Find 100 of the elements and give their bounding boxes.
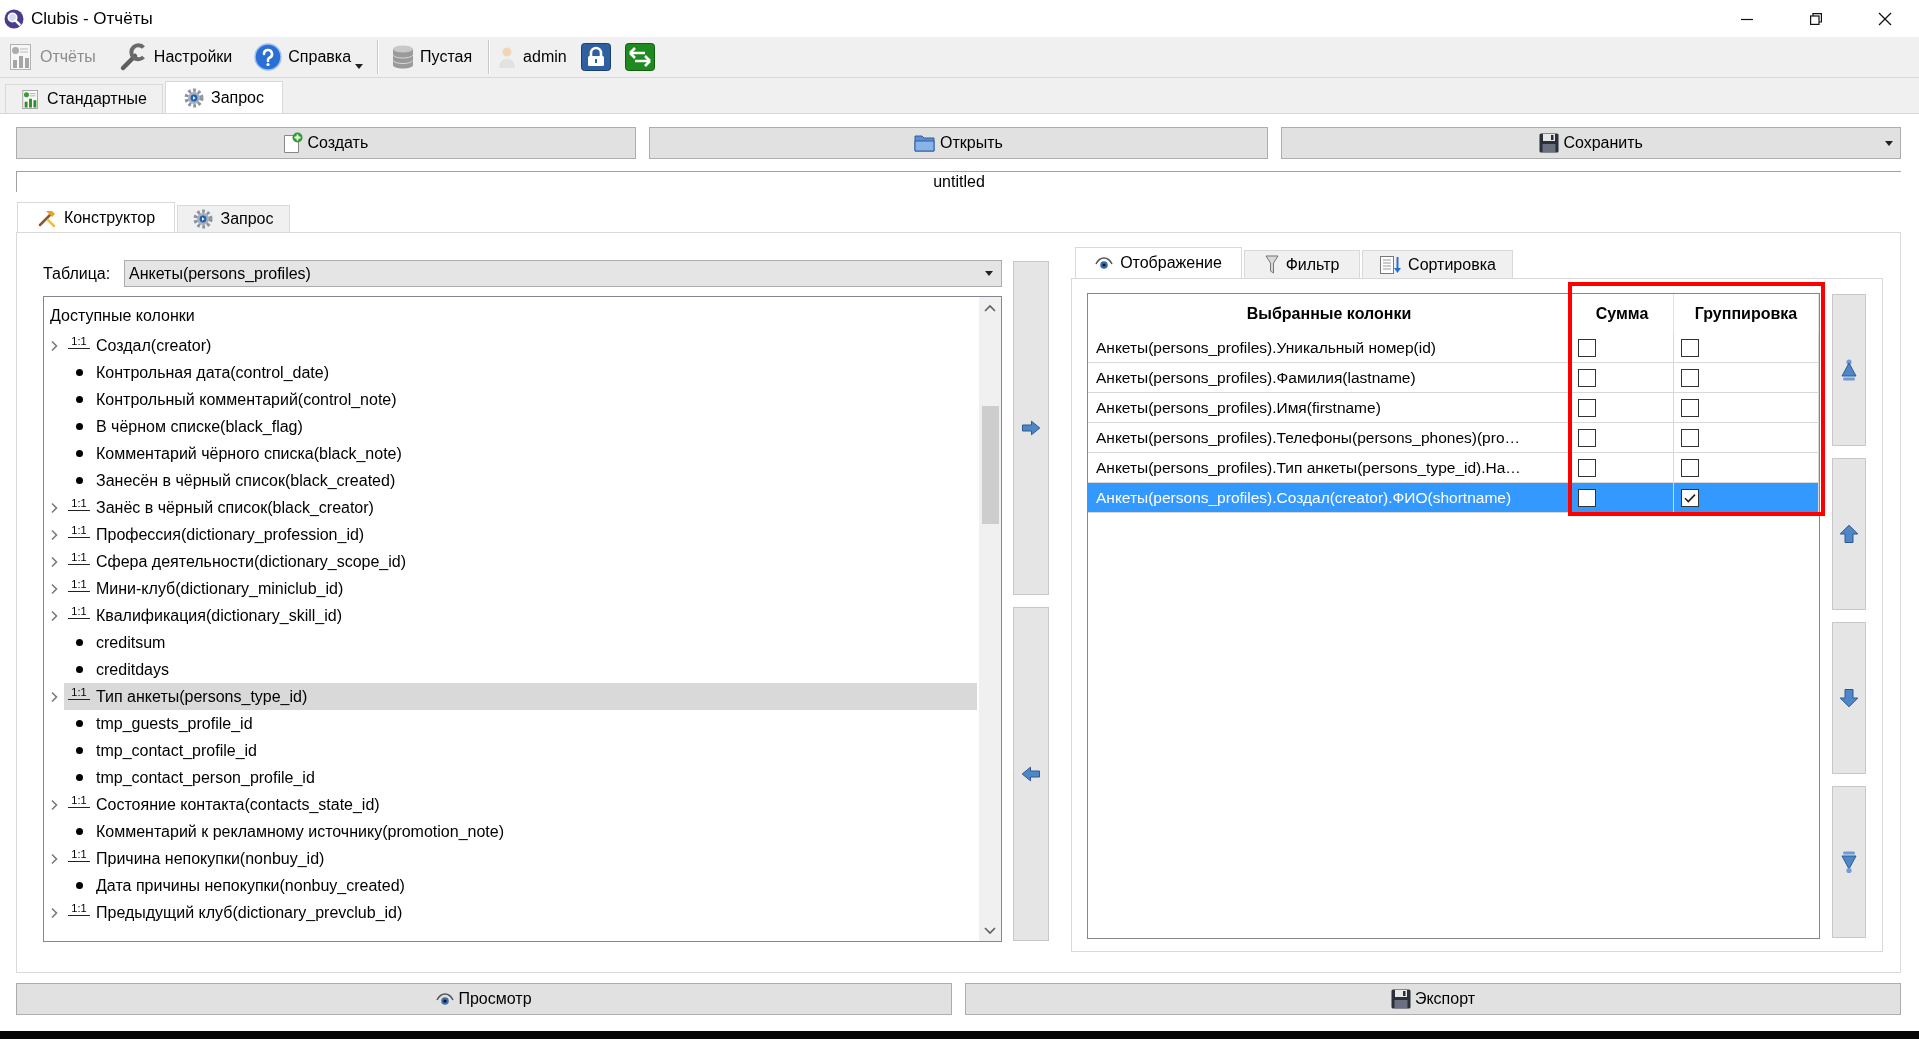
new-button[interactable]: Создать [16, 127, 636, 159]
checkbox[interactable] [1578, 398, 1596, 417]
window-title: Clubis - Отчёты [31, 8, 153, 29]
checkbox[interactable] [1681, 488, 1699, 507]
tree-item[interactable]: В чёрном списке(black_flag) [64, 413, 977, 440]
chevron-right-icon[interactable] [50, 555, 58, 568]
tree-item[interactable]: 1:1 Мини-клуб(dictionary_miniclub_id) [64, 575, 977, 602]
preview-button[interactable]: Просмотр [16, 983, 952, 1015]
chevron-up-icon[interactable] [984, 303, 996, 312]
checkbox[interactable] [1578, 458, 1596, 477]
checkbox[interactable] [1578, 338, 1596, 357]
chevron-down-icon[interactable] [984, 926, 996, 935]
cardinality-label: 1:1 [68, 903, 90, 916]
table-row[interactable]: Анкеты(persons_profiles).Уникальный номер(id) [1088, 333, 1819, 363]
checkbox[interactable] [1578, 428, 1596, 447]
export-button[interactable]: Экспорт [965, 983, 1901, 1015]
tree-item[interactable]: Комментарий к рекламному источнику(promotion_note) [64, 818, 977, 845]
tree-item[interactable]: tmp_guests_profile_id [64, 710, 977, 737]
tab[interactable]: Фильтр [1244, 250, 1360, 278]
chevron-right-icon[interactable] [50, 609, 58, 622]
checkbox[interactable] [1681, 398, 1699, 417]
cardinality-label: 1:1 [68, 552, 90, 565]
tree-item-label: Комментарий чёрного списка(black_note) [96, 444, 402, 463]
tab[interactable]: Запрос [177, 205, 290, 232]
checkbox[interactable] [1681, 338, 1699, 357]
chevron-right-icon[interactable] [50, 906, 58, 919]
eye-icon [436, 992, 455, 1006]
help-icon [254, 43, 283, 71]
tab[interactable]: Конструктор [17, 202, 175, 232]
move-down-button[interactable] [1832, 622, 1866, 774]
tree-item-label: Контрольная дата(control_date) [96, 363, 329, 382]
tree-item[interactable]: Контрольная дата(control_date) [64, 359, 977, 386]
menu-button[interactable]: Справка [250, 40, 366, 74]
swap-arrows-icon[interactable] [624, 43, 655, 71]
chevron-right-icon[interactable] [50, 528, 58, 541]
chevron-right-icon[interactable] [50, 501, 58, 514]
tab[interactable]: Запрос [165, 81, 283, 113]
table-select[interactable]: Анкеты(persons_profiles) [124, 260, 1002, 287]
tree-item[interactable]: Дата причины непокупки(nonbuy_created) [64, 872, 977, 899]
tree-item[interactable]: 1:1 Занёс в чёрный список(black_creator) [64, 494, 977, 521]
tree-item[interactable]: tmp_contact_person_profile_id [64, 764, 977, 791]
tree-item[interactable]: 1:1 Создал(creator) [64, 332, 977, 359]
chevron-right-icon[interactable] [50, 582, 58, 595]
cardinality-label: 1:1 [68, 849, 90, 862]
bar-chart-icon [21, 88, 41, 110]
tree-item-label: creditsum [96, 633, 166, 652]
checkbox[interactable] [1681, 368, 1699, 387]
cardinality-label: 1:1 [68, 579, 90, 592]
move-up-button[interactable] [1832, 458, 1866, 610]
tree-item[interactable]: Занесён в чёрный список(black_created) [64, 467, 977, 494]
checkbox[interactable] [1578, 368, 1596, 387]
restore-icon[interactable] [1809, 12, 1822, 25]
tab[interactable]: Стандартные [5, 84, 163, 113]
tree-item[interactable]: tmp_contact_profile_id [64, 737, 977, 764]
cardinality-label: 1:1 [68, 498, 90, 511]
tree-item-label: Занесён в чёрный список(black_created) [96, 471, 396, 490]
tree-item[interactable]: Комментарий чёрного списка(black_note) [64, 440, 977, 467]
table-row[interactable]: Анкеты(persons_profiles).Фамилия(lastname) [1088, 363, 1819, 393]
arrow-down-icon [1839, 688, 1859, 708]
tree-item[interactable]: 1:1 Состояние контакта(contacts_state_id) [64, 791, 977, 818]
lock-icon[interactable] [580, 43, 611, 71]
checkbox[interactable] [1578, 488, 1596, 507]
tree-item-label: Квалификация(dictionary_skill_id) [96, 606, 342, 625]
open-button[interactable]: Открыть [648, 127, 1269, 159]
chevron-right-icon[interactable] [50, 852, 58, 865]
table-cell: Анкеты(persons_profiles).Имя(firstname) [1088, 393, 1571, 422]
chevron-right-icon[interactable] [50, 690, 58, 703]
arrow-up-icon [1839, 524, 1859, 544]
tab[interactable]: Отображение [1075, 247, 1242, 278]
tree-item[interactable]: 1:1 Сфера деятельности(dictionary_scope_id) [64, 548, 977, 575]
save-icon [1539, 133, 1560, 153]
folder-icon [914, 133, 937, 153]
bullet-icon [75, 666, 83, 673]
tree-item[interactable]: creditdays [64, 656, 977, 683]
sorted-list-icon [1379, 254, 1402, 275]
scrollbar-thumb[interactable] [981, 406, 999, 524]
tree-item[interactable]: 1:1 Причина непокупки(nonbuy_id) [64, 845, 977, 872]
table-row[interactable]: Анкеты(persons_profiles).Имя(firstname) [1088, 393, 1819, 423]
tree-item[interactable]: 1:1 Предыдущий клуб(dictionary_prevclub_id) [64, 899, 977, 926]
toolbar-button[interactable]: Настройки [113, 40, 237, 74]
close-icon[interactable] [1877, 11, 1892, 26]
tree-item[interactable]: 1:1 Профессия(dictionary_profession_id) [64, 521, 977, 548]
tree-item[interactable]: Контрольный комментарий(control_note) [64, 386, 977, 413]
bar-chart-icon [8, 43, 34, 71]
cardinality-label: 1:1 [68, 525, 90, 538]
bullet-icon [75, 423, 83, 430]
save-button[interactable]: Сохранить [1281, 127, 1901, 159]
checkbox[interactable] [1681, 458, 1699, 477]
toolbar-button[interactable]: Пустая [388, 40, 477, 74]
chevron-right-icon[interactable] [50, 339, 58, 352]
chevron-right-icon[interactable] [50, 798, 58, 811]
tab[interactable]: Сортировка [1362, 250, 1513, 278]
checkbox[interactable] [1681, 428, 1699, 447]
cardinality-label: 1:1 [68, 795, 90, 808]
table-row[interactable]: Анкеты(persons_profiles).Телефоны(persons_phones)(pro… [1088, 423, 1819, 453]
scrollbar[interactable] [979, 297, 1001, 941]
tree-item[interactable]: 1:1 Тип анкеты(persons_type_id) [64, 683, 977, 710]
tree-item[interactable]: creditsum [64, 629, 977, 656]
caret-icon[interactable] [1885, 141, 1893, 146]
tree-item[interactable]: 1:1 Квалификация(dictionary_skill_id) [64, 602, 977, 629]
